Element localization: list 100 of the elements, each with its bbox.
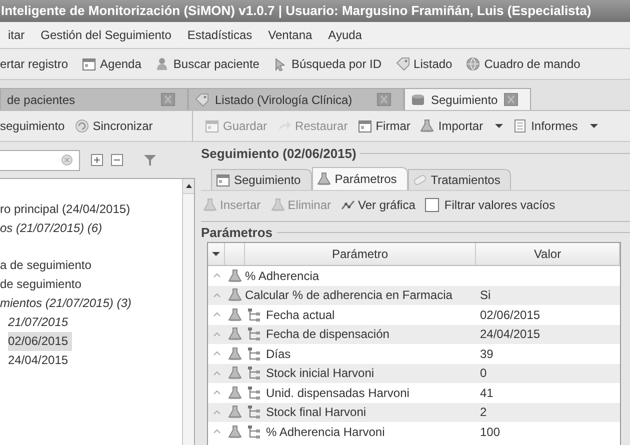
pill-icon (412, 173, 427, 187)
flask-icon (228, 346, 242, 361)
flask-icon (228, 327, 242, 342)
chevron-up-icon (212, 428, 220, 436)
sync-icon (74, 119, 89, 133)
toolbar-button[interactable]: Búsqueda por ID (273, 55, 382, 73)
flask-icon (228, 268, 242, 283)
calendar-icon (216, 173, 230, 187)
table-cell: Fecha actual (266, 308, 335, 322)
window-title: Inteligente de Monitorización (SiMON) v1.0.7 | Usuario: Margusino Framiñán, Luis (Especialista) (0, 3, 592, 18)
toolbar-button[interactable]: Buscar paciente (155, 55, 260, 73)
calendar-icon (82, 57, 96, 71)
toolbar-button[interactable]: Cuadro de mando (466, 55, 580, 73)
caret-icon (590, 124, 598, 128)
menu-item[interactable]: itar (0, 25, 33, 45)
menu-item[interactable]: Estadísticas (179, 25, 260, 45)
section-title: Seguimiento (02/06/2015) (201, 146, 356, 160)
tree-item[interactable]: mientos (21/07/2015) (3) (0, 294, 136, 313)
tree-item[interactable]: 24/04/2015 (8, 351, 72, 370)
checkbox-label: Filtrar valores vacíos (444, 198, 556, 212)
toolbar-button[interactable]: Firmar (358, 117, 410, 135)
hierarchy-icon (247, 327, 261, 342)
tab[interactable]: Tratamientos (408, 169, 512, 190)
clear-icon (61, 154, 73, 166)
caret-icon (212, 252, 220, 256)
checkbox[interactable] (425, 198, 440, 212)
chevron-up-icon (212, 370, 220, 377)
flask-icon (228, 386, 242, 400)
table-cell: 0 (480, 366, 487, 380)
hierarchy-icon (247, 405, 261, 420)
column-header[interactable]: Parámetro (245, 243, 476, 265)
tree-item[interactable]: a de seguimiento (0, 256, 96, 275)
document-tab[interactable]: Seguimiento (404, 88, 531, 110)
toolbar-button[interactable]: Importar (420, 117, 504, 135)
column-header[interactable]: Valor (476, 243, 620, 265)
table-cell: Días (266, 346, 291, 361)
search-field[interactable] (0, 150, 80, 170)
document-tab[interactable]: Listado (Virología Clínica) (188, 88, 404, 110)
table-cell: 2 (480, 405, 487, 420)
scrollbar[interactable] (182, 179, 194, 445)
menu-item[interactable]: Ventana (260, 25, 320, 45)
flask-icon (228, 288, 242, 302)
table-cell: Unid. dispensadas Harvoni (266, 386, 410, 400)
table-cell: % Adherencia Harvoni (266, 424, 385, 439)
caret-icon (495, 124, 504, 128)
filter-icon (143, 153, 157, 167)
tree-item[interactable]: de seguimiento (0, 275, 86, 294)
table-cell: % Adherencia (245, 268, 320, 283)
flask-icon (316, 172, 331, 186)
chevron-up-icon (212, 292, 220, 299)
table-cell: Stock inicial Harvoni (266, 366, 374, 380)
person-icon (155, 57, 170, 71)
flask-icon (228, 424, 242, 439)
table-cell: Fecha de dispensación (266, 327, 390, 342)
chart-icon (341, 198, 356, 212)
tree-item[interactable]: ro principal (24/04/2015) (0, 200, 134, 219)
chevron-up-icon (212, 350, 220, 358)
table-cell: Calcular % de adherencia en Farmacia (245, 288, 452, 302)
flask-icon (203, 198, 217, 212)
chevron-up-icon (212, 408, 220, 416)
hierarchy-icon (247, 366, 261, 380)
collapse-icon (110, 153, 124, 167)
flask-icon (420, 119, 434, 133)
table-cell: 100 (480, 424, 500, 439)
tag-icon (195, 92, 209, 106)
calendar-icon (358, 119, 372, 133)
table-cell: 24/04/2015 (480, 327, 540, 342)
expand-icon (90, 153, 104, 167)
tree-item[interactable]: 21/07/2015 (8, 313, 72, 332)
hierarchy-icon (247, 308, 261, 322)
group-title: Parámetros (201, 224, 273, 240)
menu-item[interactable]: Gestión del Seguimiento (32, 25, 180, 45)
document-tab[interactable]: de pacientes (0, 88, 188, 110)
table-cell: Stock final Harvoni (266, 405, 366, 420)
menu-item[interactable]: Ayuda (320, 25, 370, 45)
toolbar-button[interactable]: seguimiento (0, 117, 65, 135)
hierarchy-icon (247, 386, 261, 400)
flask-icon (270, 198, 285, 212)
table-cell: 02/06/2015 (480, 308, 540, 322)
toolbar-button[interactable]: Informes (513, 117, 598, 135)
toolbar-button[interactable]: Listado (396, 55, 452, 73)
tab[interactable]: Seguimiento (211, 169, 312, 190)
tab[interactable]: Parámetros (312, 167, 408, 190)
pointer-icon (273, 57, 288, 71)
tree-item[interactable]: os (21/07/2015) (6) (0, 219, 106, 238)
toolbar-button[interactable]: Agenda (82, 55, 142, 73)
document-icon (513, 119, 528, 133)
toolbar-button[interactable]: ertar registro (0, 55, 68, 73)
chevron-up-icon (212, 389, 220, 396)
toolbar-button[interactable]: Sincronizar (74, 117, 153, 135)
table-cell: 41 (480, 386, 494, 400)
tag-icon (396, 57, 410, 71)
hierarchy-icon (247, 424, 261, 439)
close-icon (377, 93, 391, 106)
flask-icon (228, 405, 242, 420)
flask-icon (228, 308, 242, 322)
database-icon (411, 92, 425, 106)
chevron-up-icon (212, 330, 220, 338)
toolbar-button[interactable]: Ver gráfica (341, 198, 416, 212)
tree-item[interactable]: 02/06/2015 (8, 332, 72, 351)
